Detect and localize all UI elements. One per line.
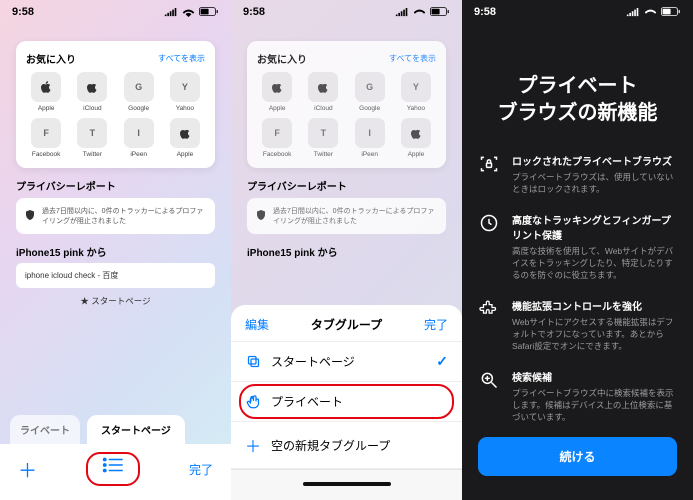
- favorite-item[interactable]: FFacebook: [26, 118, 66, 158]
- done-button[interactable]: 完了: [189, 461, 213, 478]
- clock-icon: [478, 212, 500, 282]
- status-icons: [395, 7, 450, 17]
- search-icon: [478, 369, 500, 424]
- favorites-title: お気に入り: [26, 51, 76, 66]
- letter-icon: F: [31, 118, 61, 148]
- from-device-item[interactable]: iphone icloud check - 百度: [16, 263, 215, 288]
- home-indicator: [303, 482, 391, 486]
- plus-icon: ＋: [245, 433, 261, 457]
- sheet-title: タブグループ: [311, 316, 382, 333]
- start-page-label: ★ スタートページ: [0, 295, 231, 307]
- highlight-ring: [86, 452, 140, 486]
- privacy-title: プライバシーレポート: [16, 178, 215, 193]
- tab-startpage[interactable]: スタートページ: [87, 415, 185, 444]
- puzzle-icon: [478, 298, 500, 353]
- new-tab-button[interactable]: ＋: [18, 456, 37, 483]
- status-time: 9:58: [474, 6, 496, 18]
- favorites-card: お気に入り すべてを表示 Apple iCloud GGoogle YYahoo…: [16, 41, 215, 168]
- letter-icon: G: [124, 72, 154, 102]
- shield-icon: [24, 209, 36, 223]
- favorite-item[interactable]: IiPeen: [119, 118, 159, 158]
- sheet-row-startpage[interactable]: スタートページ ✓: [231, 342, 462, 382]
- feature-extensions: 機能拡張コントロールを強化Webサイトにアクセスする機能拡張はデフォルトでオフに…: [478, 298, 677, 353]
- apple-icon: [77, 72, 107, 102]
- status-time: 9:58: [243, 6, 265, 18]
- favorite-item[interactable]: YYahoo: [165, 72, 205, 112]
- status-bar: 9:58: [462, 0, 693, 21]
- copy-icon: [245, 354, 261, 369]
- feature-lock: ロックされたプライベートブラウズプライベートブラウズは、使用していないときはロッ…: [478, 153, 677, 196]
- tab-groups-sheet: 編集 タブグループ 完了 スタートページ ✓ プライベート ＋ 空の新規タブグル…: [231, 305, 462, 500]
- tab-groups-button[interactable]: [102, 456, 124, 480]
- show-all-link[interactable]: すべてを表示: [158, 53, 205, 64]
- toolbar: ＋ 完了: [0, 444, 231, 500]
- apple-icon: [170, 118, 200, 148]
- letter-icon: T: [77, 118, 107, 148]
- lock-scan-icon: [478, 153, 500, 196]
- sheet-edit-button[interactable]: 編集: [245, 316, 269, 333]
- check-icon: ✓: [436, 353, 448, 370]
- continue-button[interactable]: 続ける: [478, 437, 677, 476]
- favorite-item[interactable]: iCloud: [72, 72, 112, 112]
- favorites-grid: Apple iCloud GGoogle YYahoo FFacebook TT…: [26, 72, 205, 158]
- sheet-row-private[interactable]: プライベート: [231, 382, 462, 422]
- sheet-bottom: [231, 469, 462, 500]
- favorite-item[interactable]: TTwitter: [72, 118, 112, 158]
- privacy-report: プライバシーレポート 過去7日間以内に、0件のトラッカーによるプロファイリングが…: [16, 178, 215, 234]
- favorites-card-dimmed: お気に入りすべてを表示 Apple iCloud GGoogle YYahoo …: [247, 41, 446, 168]
- apple-icon: [31, 72, 61, 102]
- from-device-title: iPhone15 pink から: [16, 244, 215, 259]
- hand-icon: [245, 394, 261, 409]
- sheet-list: スタートページ ✓ プライベート ＋ 空の新規タブグループ: [231, 341, 462, 469]
- privacy-box[interactable]: 過去7日間以内に、0件のトラッカーによるプロファイリングが阻止されました: [16, 198, 215, 234]
- status-icons: [626, 7, 681, 17]
- screen-private-intro: 9:58 プライベートブラウズの新機能 ロックされたプライベートブラウズプライベ…: [462, 0, 693, 500]
- feature-search: 検索候補プライベートブラウズ中に検索候補を表示します。候補はデバイス上の上位検索…: [478, 369, 677, 424]
- favorite-item[interactable]: Apple: [165, 118, 205, 158]
- status-bar: 9:58: [0, 0, 231, 21]
- tab-private[interactable]: ライベート: [10, 415, 80, 444]
- screen-safari-startpage: 9:58 お気に入り すべてを表示 Apple iCloud GGoogle Y…: [0, 0, 231, 500]
- favorite-item[interactable]: GGoogle: [119, 72, 159, 112]
- sheet-row-newgroup[interactable]: ＋ 空の新規タブグループ: [231, 422, 462, 469]
- letter-icon: Y: [170, 72, 200, 102]
- tab-strip: ライベート スタートページ: [0, 415, 231, 444]
- screen-tabgroups-sheet: 9:58 お気に入りすべてを表示 Apple iCloud GGoogle YY…: [231, 0, 462, 500]
- favorite-item[interactable]: Apple: [26, 72, 66, 112]
- letter-icon: I: [124, 118, 154, 148]
- intro-title: プライベートブラウズの新機能: [478, 73, 677, 127]
- feature-tracking: 高度なトラッキングとフィンガープリント保護高度な技術を使用して、Webサイトがデ…: [478, 212, 677, 282]
- status-time: 9:58: [12, 6, 34, 18]
- status-icons: [164, 7, 219, 17]
- sheet-done-button[interactable]: 完了: [424, 316, 448, 333]
- bottom-bar: ライベート スタートページ ＋ 完了: [0, 415, 231, 500]
- status-bar: 9:58: [231, 0, 462, 21]
